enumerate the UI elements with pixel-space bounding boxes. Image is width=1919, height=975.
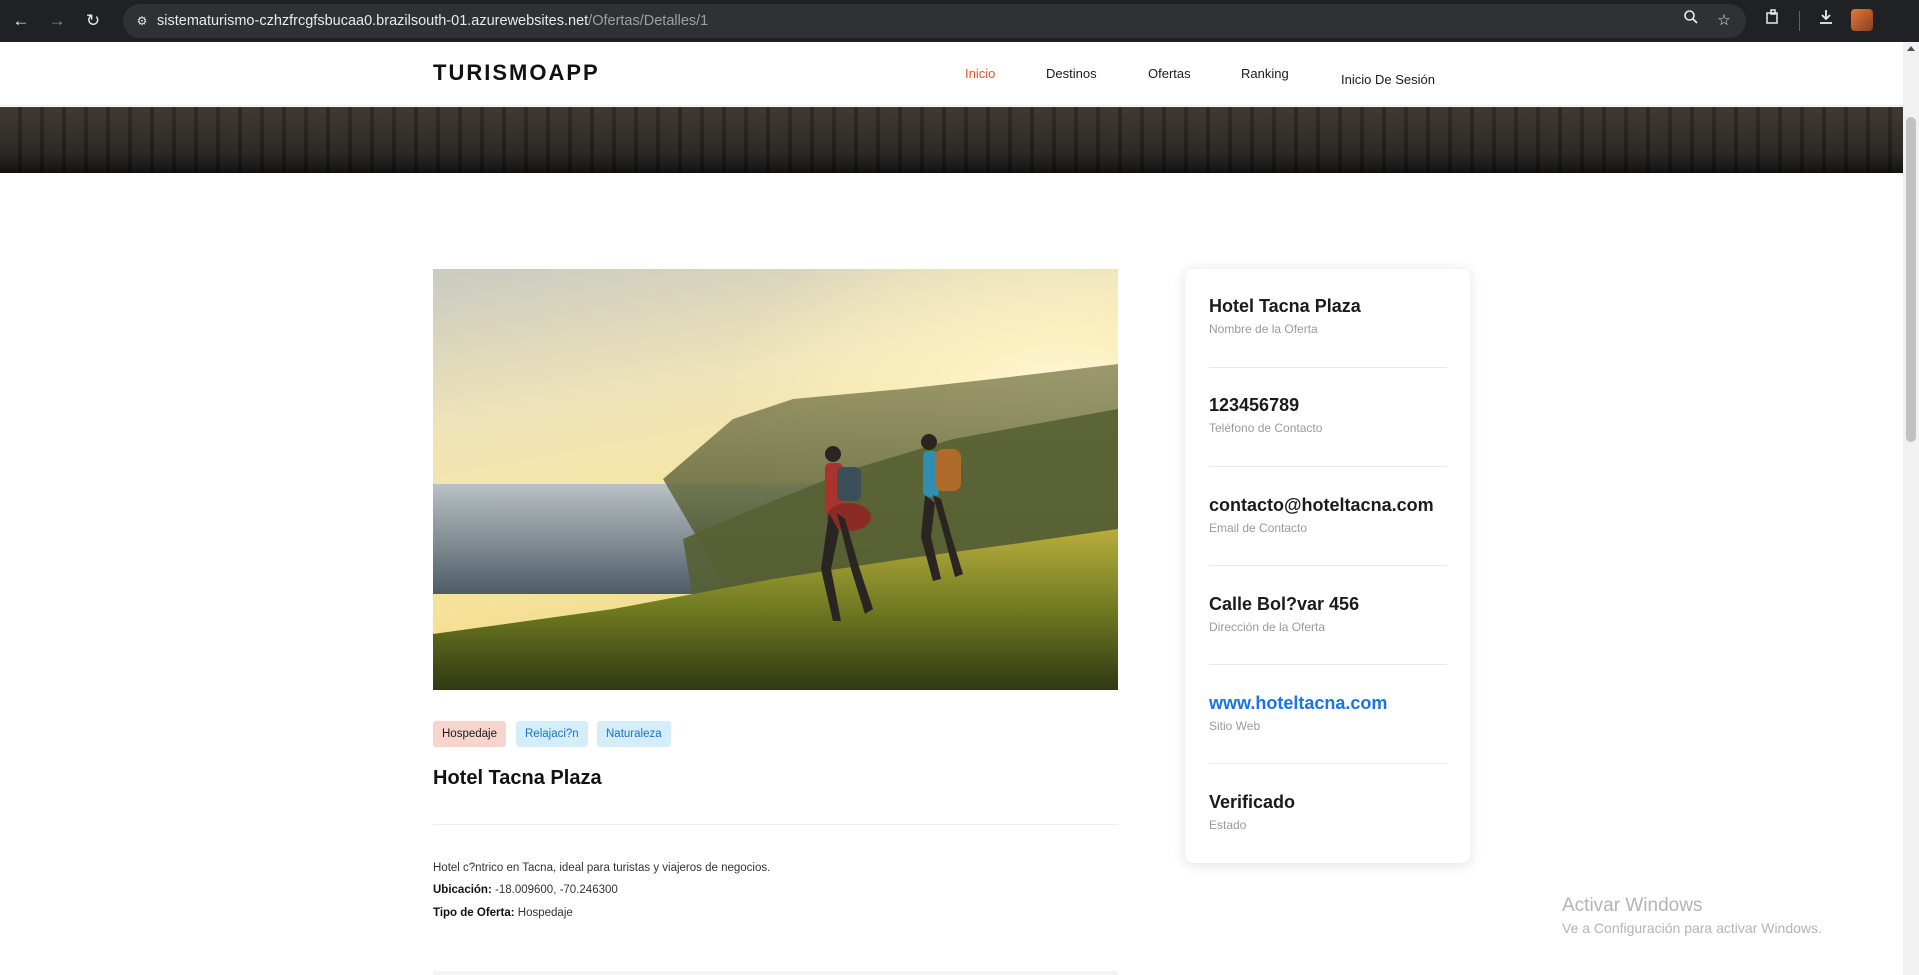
site-info-icon[interactable]: ⚙ — [133, 12, 151, 30]
nav-inicio[interactable]: Inicio — [965, 66, 995, 81]
zoom-icon[interactable] — [1680, 9, 1702, 33]
offer-image — [433, 269, 1118, 690]
url-text[interactable]: sistematurismo-czhzfrcgfsbucaa0.brazilso… — [157, 4, 708, 38]
type-label: Tipo de Oferta: — [433, 907, 515, 919]
info-label: Email de Contacto — [1209, 521, 1308, 535]
info-address: Calle Bol?var 456 Dirección de la Oferta — [1209, 594, 1447, 634]
browser-toolbar: ← → ↻ ⚙ sistematurismo-czhzfrcgfsbucaa0.… — [0, 0, 1919, 42]
card-divider — [1209, 763, 1447, 764]
info-email: contacto@hoteltacna.com Email de Contact… — [1209, 495, 1447, 535]
info-status: Verificado Estado — [1209, 792, 1447, 832]
info-value: contacto@hoteltacna.com — [1209, 495, 1434, 515]
toolbar-separator — [1799, 11, 1800, 31]
type-value: Hospedaje — [517, 907, 573, 919]
windows-watermark-title: Activar Windows — [1562, 895, 1703, 916]
star-icon[interactable]: ☆ — [1713, 9, 1735, 33]
address-bar[interactable]: ⚙ sistematurismo-czhzfrcgfsbucaa0.brazil… — [123, 4, 1746, 38]
info-value: Calle Bol?var 456 — [1209, 594, 1360, 614]
card-divider — [1209, 664, 1447, 665]
reload-icon[interactable]: ↻ — [81, 9, 105, 33]
offer-location: Ubicación: -18.009600, -70.246300 — [433, 884, 618, 896]
location-label: Ubicación: — [433, 884, 492, 896]
scroll-up-arrow-icon[interactable] — [1907, 46, 1915, 51]
next-section-edge — [433, 971, 1118, 975]
info-name: Hotel Tacna Plaza Nombre de la Oferta — [1209, 296, 1447, 336]
info-value: Hotel Tacna Plaza — [1209, 296, 1361, 316]
tag-naturaleza: Naturaleza — [597, 721, 671, 747]
page-scrollbar[interactable] — [1903, 42, 1919, 975]
info-label: Teléfono de Contacto — [1209, 421, 1323, 435]
url-path: /Ofertas/Detalles/1 — [588, 13, 709, 29]
info-value: Verificado — [1209, 792, 1296, 812]
extensions-icon[interactable] — [1762, 9, 1784, 33]
card-divider — [1209, 466, 1447, 467]
card-divider — [1209, 565, 1447, 566]
offer-description: Hotel c?ntrico en Tacna, ideal para turi… — [433, 862, 771, 874]
forward-arrow-icon[interactable]: → — [45, 9, 69, 33]
offer-title: Hotel Tacna Plaza — [433, 767, 602, 789]
tag-hospedaje: Hospedaje — [433, 721, 506, 747]
card-divider — [1209, 367, 1447, 368]
divider — [433, 824, 1118, 825]
scrollbar-thumb[interactable] — [1906, 117, 1916, 442]
extension-avatar-icon[interactable] — [1851, 9, 1873, 31]
location-value: -18.009600, -70.246300 — [495, 884, 618, 896]
nav-ofertas[interactable]: Ofertas — [1148, 66, 1191, 81]
url-host: sistematurismo-czhzfrcgfsbucaa0.brazilso… — [157, 13, 589, 29]
brand-logo[interactable]: TURISMOAPP — [433, 60, 600, 86]
download-icon[interactable] — [1815, 9, 1837, 33]
info-label: Estado — [1209, 818, 1247, 832]
hero-banner — [0, 107, 1903, 173]
tag-relajacion: Relajaci?n — [516, 721, 588, 747]
offer-type: Tipo de Oferta: Hospedaje — [433, 907, 573, 919]
offer-info-card: Hotel Tacna Plaza Nombre de la Oferta 12… — [1185, 269, 1470, 863]
info-label: Dirección de la Oferta — [1209, 620, 1326, 634]
nav-ranking[interactable]: Ranking — [1241, 66, 1289, 81]
nav-inicio-sesion[interactable]: Inicio De Sesión — [1341, 72, 1435, 87]
info-phone: 123456789 Teléfono de Contacto — [1209, 395, 1447, 435]
back-arrow-icon[interactable]: ← — [9, 9, 33, 33]
info-value: 123456789 — [1209, 395, 1300, 415]
nav-destinos[interactable]: Destinos — [1046, 66, 1097, 81]
info-label: Nombre de la Oferta — [1209, 322, 1318, 336]
site-navbar: TURISMOAPP Inicio Destinos Ofertas Ranki… — [0, 42, 1903, 106]
website-link[interactable]: www.hoteltacna.com — [1209, 693, 1447, 714]
windows-watermark-subtitle: Ve a Configuración para activar Windows. — [1562, 920, 1822, 936]
info-website: www.hoteltacna.com Sitio Web — [1209, 693, 1447, 733]
info-label: Sitio Web — [1209, 719, 1261, 733]
